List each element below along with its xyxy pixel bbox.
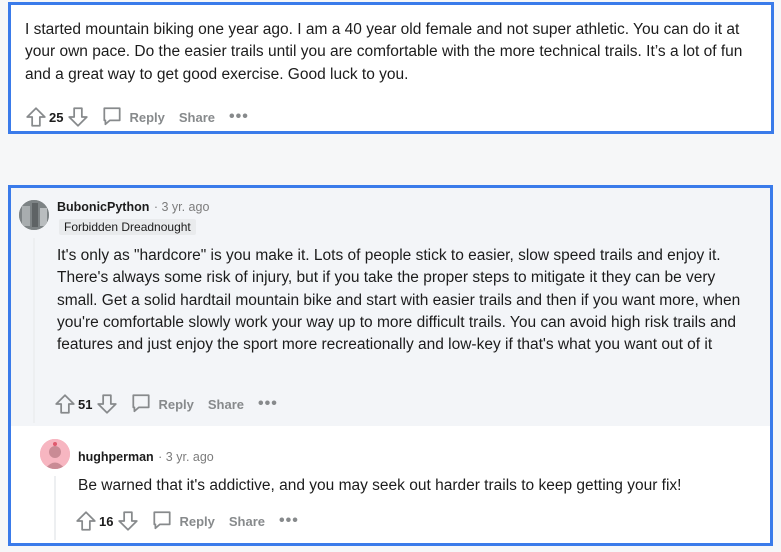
comment-bubble-icon: [101, 105, 129, 130]
username[interactable]: BubonicPython: [57, 200, 149, 214]
share-label: Share: [228, 513, 266, 529]
thread-line[interactable]: [54, 476, 56, 540]
thread-line[interactable]: [33, 238, 35, 423]
comment-actions: 25 Reply Share •••: [25, 103, 249, 131]
share-label: Share: [178, 109, 216, 125]
vote-count: 16: [99, 513, 114, 529]
more-options-icon[interactable]: •••: [279, 513, 299, 529]
upvote-icon[interactable]: [75, 510, 97, 532]
user-flair: Forbidden Dreadnought: [59, 219, 196, 235]
comment-header: BubonicPython · 3 yr. ago: [57, 198, 209, 216]
avatar[interactable]: [19, 200, 49, 230]
comment-thread-card: BubonicPython · 3 yr. ago Forbidden Drea…: [8, 185, 773, 546]
reply-button[interactable]: Reply: [130, 392, 194, 417]
reply-label: Reply: [179, 513, 215, 529]
comment-actions: 16 Reply Share •••: [75, 507, 299, 535]
upvote-icon[interactable]: [54, 393, 76, 415]
comment-actions: 51 Reply Share •••: [54, 390, 278, 418]
comment-bubble-icon: [130, 392, 158, 417]
vote-count: 51: [78, 396, 93, 412]
share-label: Share: [207, 396, 245, 412]
comment-body: It's only as "hardcore" is you make it. …: [57, 247, 741, 354]
timestamp[interactable]: · 3 yr. ago: [154, 200, 210, 214]
share-button[interactable]: Share: [179, 110, 215, 125]
reply-button[interactable]: Reply: [101, 105, 165, 130]
username[interactable]: hughperman: [78, 450, 154, 464]
share-button[interactable]: Share: [208, 397, 244, 412]
reply-label: Reply: [129, 109, 165, 125]
more-options-icon[interactable]: •••: [229, 109, 249, 125]
comment-bubble-icon: [151, 509, 179, 534]
vote-count: 25: [49, 109, 64, 125]
reply-label: Reply: [158, 396, 194, 412]
downvote-icon[interactable]: [96, 393, 118, 415]
comment-body: Be warned that it's addictive, and you m…: [78, 477, 682, 494]
comment-header: hughperman · 3 yr. ago: [78, 448, 214, 466]
comment-card-1: I started mountain biking one year ago. …: [8, 2, 774, 134]
downvote-icon[interactable]: [67, 106, 89, 128]
downvote-icon[interactable]: [117, 510, 139, 532]
avatar[interactable]: [40, 439, 70, 469]
upvote-icon[interactable]: [25, 106, 47, 128]
share-button[interactable]: Share: [229, 514, 265, 529]
comment-body: I started mountain biking one year ago. …: [25, 21, 743, 83]
more-options-icon[interactable]: •••: [258, 396, 278, 412]
reply-button[interactable]: Reply: [151, 509, 215, 534]
timestamp[interactable]: · 3 yr. ago: [158, 450, 214, 464]
